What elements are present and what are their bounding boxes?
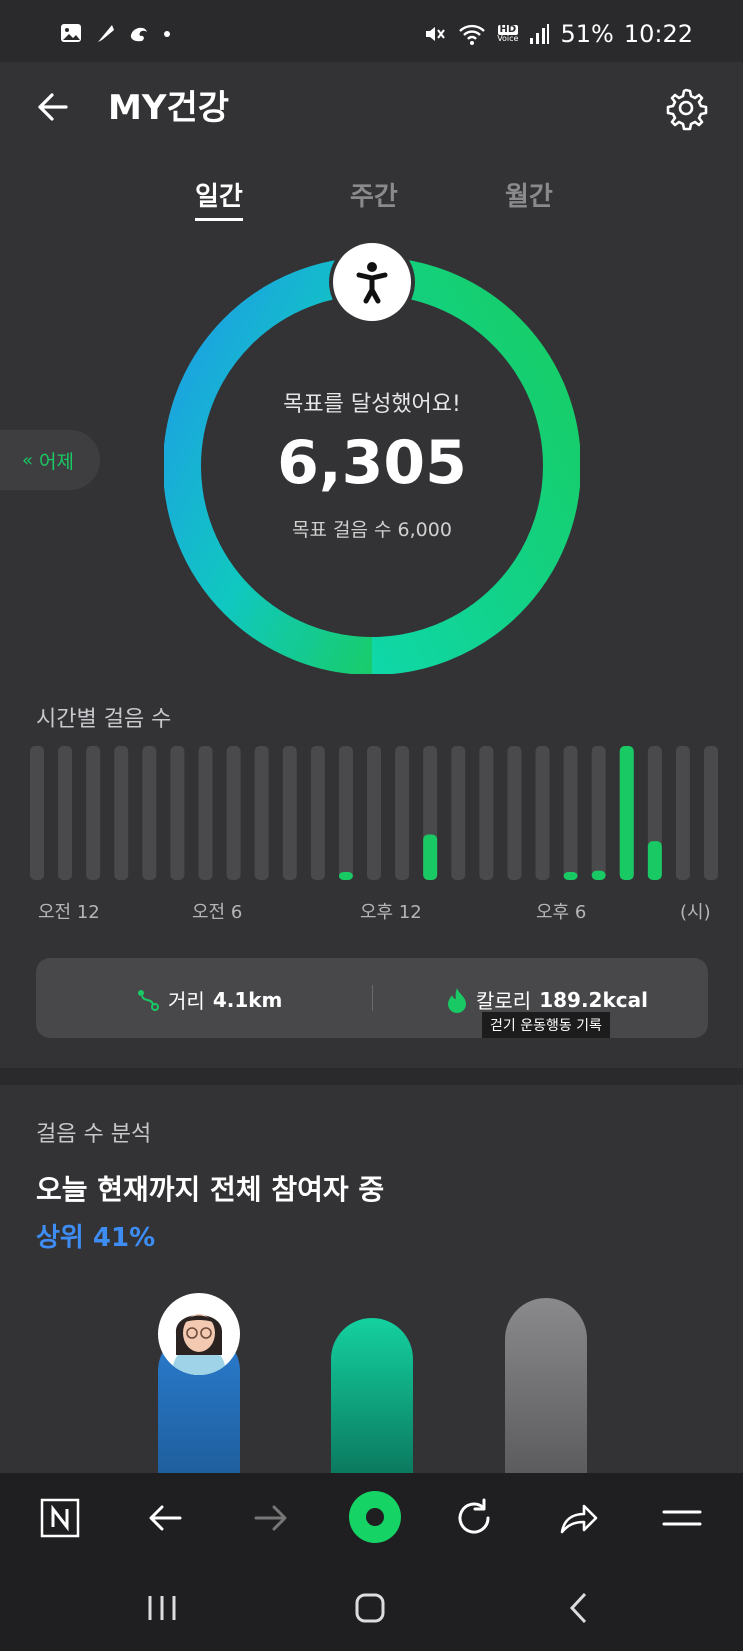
status-bar: HD Voice 51% 10:22 — [0, 0, 743, 62]
hour-track — [675, 746, 690, 880]
tab-weekly[interactable]: 주간 — [350, 176, 398, 213]
hour-track — [142, 746, 157, 880]
hour-track — [395, 746, 410, 880]
analysis-headline: 오늘 현재까지 전체 참여자 중 — [36, 1173, 385, 1206]
hd-voice-icon: HD Voice — [497, 25, 518, 43]
person-badge — [333, 243, 411, 321]
x-label-pm12: 오후 12 — [360, 902, 422, 923]
hour-bar — [619, 746, 634, 880]
hour-track — [563, 746, 578, 880]
share-icon[interactable] — [554, 1494, 602, 1542]
naver-icon[interactable] — [36, 1494, 84, 1542]
yesterday-button[interactable]: « 어제 — [0, 430, 100, 490]
stats-divider — [372, 985, 373, 1011]
settings-button[interactable] — [662, 84, 710, 132]
tab-daily[interactable]: 일간 — [195, 176, 243, 221]
hour-track — [254, 746, 269, 880]
calorie-value: 189.2kcal — [539, 987, 648, 1012]
wifi-icon — [459, 24, 486, 45]
calorie-stat: 칼로리 189.2kcal — [446, 985, 648, 1014]
home-icon[interactable] — [350, 1588, 390, 1628]
hour-track — [338, 746, 353, 880]
hour-bar — [423, 834, 438, 880]
hour-track — [30, 746, 44, 880]
gallery-icon — [61, 24, 81, 42]
x-label-pm6: 오후 6 — [536, 902, 587, 923]
hour-track — [310, 746, 325, 880]
hour-track — [170, 746, 185, 880]
swirl-icon — [130, 27, 147, 42]
hour-track — [507, 746, 522, 880]
rank-percentile: 상위 41% — [36, 1223, 156, 1253]
status-right: HD Voice 51% 10:22 — [423, 20, 693, 48]
hour-track — [282, 746, 297, 880]
distance-label: 거리 — [168, 989, 205, 1013]
walking-record-tooltip: 걷기 운동행동 기록 — [482, 1012, 610, 1038]
hour-track — [114, 746, 129, 880]
hour-bar — [591, 870, 606, 880]
dot-icon — [164, 31, 170, 37]
person-icon — [356, 262, 388, 304]
hour-track — [58, 746, 73, 880]
page-title: MY건강 — [108, 88, 230, 128]
gear-icon — [666, 88, 708, 131]
recent-apps-icon[interactable] — [142, 1588, 182, 1628]
step-count: 6,305 — [277, 428, 467, 498]
home-ring-icon[interactable] — [344, 1486, 406, 1548]
clock: 10:22 — [623, 20, 693, 48]
distance-stat: 거리 4.1km — [136, 985, 282, 1014]
hour-track — [591, 746, 606, 880]
route-icon — [138, 989, 159, 1011]
x-label-am6: 오전 6 — [192, 902, 243, 923]
yesterday-label: 어제 — [39, 450, 74, 473]
status-left-icons — [60, 22, 172, 44]
menu-icon[interactable] — [658, 1494, 706, 1542]
hour-track — [198, 746, 213, 880]
flame-icon — [448, 987, 466, 1013]
hour-track — [704, 746, 718, 880]
goal-steps: 목표 걸음 수 6,000 — [292, 519, 452, 541]
x-label-unit: (시) — [680, 902, 711, 923]
mute-icon — [426, 27, 445, 41]
double-chevron-left-icon: « — [22, 449, 34, 471]
signal-icon — [530, 24, 550, 44]
hour-bar — [338, 872, 353, 880]
forward-arrow-icon[interactable] — [246, 1494, 294, 1542]
hourly-steps-label: 시간별 걸음 수 — [36, 707, 172, 732]
hour-track — [86, 746, 101, 880]
hourly-steps-chart — [30, 746, 718, 880]
back-button[interactable] — [30, 84, 76, 130]
avatar — [158, 1293, 240, 1375]
feather-icon — [98, 25, 114, 42]
section-separator — [0, 1068, 743, 1085]
hour-track — [451, 746, 466, 880]
refresh-icon[interactable] — [450, 1494, 498, 1542]
hour-track — [535, 746, 550, 880]
goal-achieved-message: 목표를 달성했어요! — [283, 392, 461, 417]
tab-monthly[interactable]: 월간 — [505, 176, 553, 213]
back-arrow-icon[interactable] — [142, 1494, 190, 1542]
distance-value: 4.1km — [212, 987, 283, 1012]
top-steps-bar — [505, 1298, 587, 1473]
hour-track — [479, 746, 494, 880]
voice-label: Voice — [497, 34, 519, 43]
battery-text: 51% — [560, 20, 614, 48]
average-steps-bar — [331, 1318, 413, 1473]
hour-track — [367, 746, 381, 880]
back-icon[interactable] — [560, 1588, 600, 1628]
hour-track — [226, 746, 241, 880]
x-label-am12: 오전 12 — [38, 902, 100, 923]
calorie-label: 칼로리 — [476, 989, 532, 1013]
hour-bar — [563, 871, 578, 880]
hour-bar — [647, 841, 662, 880]
step-analysis-label: 걸음 수 분석 — [36, 1122, 152, 1147]
